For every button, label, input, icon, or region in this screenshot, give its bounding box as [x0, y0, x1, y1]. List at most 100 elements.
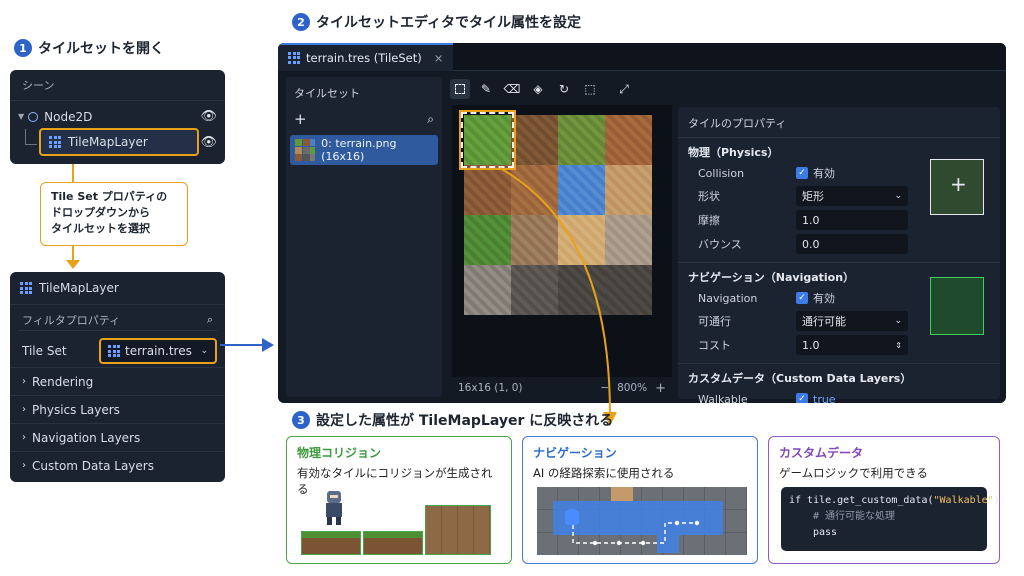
walkable-value: true: [813, 392, 836, 404]
walkable-row: Walkable ✓ true: [678, 388, 1000, 403]
search-icon[interactable]: ⌕: [427, 112, 434, 127]
inspector-header: TileMapLayer: [10, 272, 225, 305]
shape-label: 形状: [698, 190, 720, 203]
bucket-tool-icon[interactable]: ◈: [528, 82, 548, 96]
close-icon[interactable]: ×: [434, 51, 444, 65]
eye-icon[interactable]: 👁: [200, 109, 217, 124]
shape-dropdown[interactable]: 矩形 ⌄: [796, 186, 908, 206]
add-icon[interactable]: +: [294, 110, 307, 128]
tileset-list-panel: タイルセット + ⌕ 0: terrain.png (16x16): [286, 77, 442, 397]
collapse-arrow-icon[interactable]: ▼: [18, 112, 24, 121]
crosshair-icon: +: [950, 172, 967, 196]
bounce-value: 0.0: [802, 237, 820, 251]
expand-tool-icon[interactable]: ⤢: [614, 82, 634, 97]
node2d-icon: [28, 111, 39, 122]
tileset-list-title: タイルセット: [294, 87, 360, 100]
character-sprite: [323, 491, 345, 525]
card-custom-desc: ゲームロジックで利用できる: [779, 466, 928, 480]
cost-input[interactable]: 1.0 ⇕: [796, 335, 908, 355]
chevron-down-icon: ⌄: [894, 191, 902, 201]
tileset-label: Tile Set: [22, 344, 67, 358]
chevron-right-icon: ›: [22, 404, 26, 415]
bounce-row: バウンス 0.0: [678, 232, 1000, 256]
code-string: "Walkable": [933, 495, 994, 506]
editor-tab[interactable]: terrain.tres (TileSet) ×: [278, 43, 454, 71]
passable-dropdown[interactable]: 通行可能 ⌄: [796, 311, 908, 331]
arrow-right-icon: [262, 338, 274, 352]
step3-title: 3 設定した属性が TileMapLayer に反映される: [292, 410, 613, 430]
tilemaplayer-label: TileMapLayer: [68, 135, 148, 149]
section-label: Physics Layers: [32, 402, 120, 417]
section-label: Rendering: [32, 374, 94, 389]
checkbox-checked-icon[interactable]: ✓: [796, 167, 808, 179]
collision-shape-preview[interactable]: +: [930, 159, 984, 215]
filter-input[interactable]: フィルタプロパティ ⌕: [18, 309, 217, 331]
cost-value: 1.0: [802, 338, 820, 352]
flow-arrow: [499, 167, 617, 426]
section-navigation-layers[interactable]: › Navigation Layers: [10, 423, 225, 451]
step2-number: 2: [292, 13, 310, 31]
eye-icon[interactable]: 👁: [200, 135, 217, 150]
flow-arrow-path: [499, 167, 611, 416]
card-physics-title: 物理コリジョン: [297, 446, 382, 460]
atlas-tile[interactable]: [558, 115, 605, 165]
editor-tab-label: terrain.tres (TileSet): [306, 50, 422, 65]
section-label: Navigation Layers: [32, 430, 141, 445]
zoom-in-icon[interactable]: +: [655, 381, 666, 396]
step2-label: タイルセットエディタでタイル属性を設定: [316, 15, 582, 31]
tile-properties-panel: タイルのプロパティ 物理（Physics） Collision ✓ 有効 形状 …: [678, 107, 1000, 403]
callout-line3: タイルセットを選択: [51, 222, 150, 235]
checkbox-checked-icon[interactable]: ✓: [796, 393, 808, 403]
card-physics: 物理コリジョン 有効なタイルにコリジョンが生成される: [286, 436, 512, 564]
friction-input[interactable]: 1.0: [796, 210, 908, 230]
step2-title: 2 タイルセットエディタでタイル属性を設定: [292, 12, 581, 32]
node2d-label: Node2D: [44, 109, 93, 124]
tileset-editor: terrain.tres (TileSet) × タイルセット + ⌕ 0: t…: [278, 43, 1006, 403]
nav-map: [537, 487, 747, 555]
atlas-tile[interactable]: [511, 115, 558, 165]
tileset-list-item[interactable]: 0: terrain.png (16x16): [290, 135, 438, 165]
search-icon: ⌕: [206, 312, 213, 326]
chevron-right-icon: ›: [22, 460, 26, 471]
chevron-right-icon: ›: [22, 376, 26, 387]
friction-label: 摩擦: [698, 214, 720, 227]
chevron-down-icon: ⌄: [200, 346, 208, 356]
editor-tabbar: terrain.tres (TileSet) ×: [278, 43, 1006, 71]
section-custom-data-layers[interactable]: › Custom Data Layers: [10, 451, 225, 479]
navigation-polygon-preview[interactable]: [930, 277, 984, 335]
code-snippet: if tile.get_custom_data("Walkable"): # 通…: [781, 487, 1006, 551]
tilemap-grid-icon: [49, 136, 61, 148]
scene-panel: シーン ▼ Node2D 👁 TileMapLayer 👁: [10, 70, 225, 164]
collision-label: Collision: [698, 166, 745, 180]
section-rendering[interactable]: › Rendering: [10, 367, 225, 395]
marquee-tool-icon[interactable]: ⬚: [580, 82, 600, 96]
section-physics-layers[interactable]: › Physics Layers: [10, 395, 225, 423]
checkbox-checked-icon[interactable]: ✓: [796, 292, 808, 304]
tileset-dropdown[interactable]: terrain.tres ⌄: [99, 338, 217, 364]
collision-value: 有効: [813, 167, 835, 180]
ground-tile: [301, 531, 361, 555]
shape-value: 矩形: [802, 190, 824, 203]
pencil-tool-icon[interactable]: ✎: [476, 82, 496, 96]
atlas-tile[interactable]: [605, 115, 652, 165]
props-title: タイルのプロパティ: [678, 107, 1000, 138]
select-tool-icon[interactable]: [450, 79, 470, 99]
eraser-tool-icon[interactable]: ⌫: [502, 82, 522, 96]
section-label: Custom Data Layers: [32, 458, 154, 473]
code-line-3: pass: [813, 527, 838, 538]
card-nav-desc: AI の経路探索に使用される: [533, 466, 675, 480]
tileset-grid-icon: [108, 345, 120, 357]
code-fragment: ):: [993, 495, 1006, 506]
chevron-right-icon: ›: [22, 432, 26, 443]
code-line-2: # 通行可能な処理: [813, 511, 896, 522]
ai-agent-icon: [565, 509, 579, 525]
code-line-1: if tile.get_custom_data("Walkable"):: [789, 493, 1006, 509]
tree-node2d[interactable]: ▼ Node2D 👁: [10, 101, 225, 128]
walkable-label: Walkable: [698, 392, 748, 404]
spinner-icon[interactable]: ⇕: [895, 341, 902, 350]
tree-tilemaplayer[interactable]: TileMapLayer: [39, 128, 199, 156]
card-navigation: ナビゲーション AI の経路探索に使用される: [522, 436, 758, 564]
scene-panel-title: シーン: [10, 70, 225, 101]
bounce-input[interactable]: 0.0: [796, 234, 908, 254]
rotate-tool-icon[interactable]: ↻: [554, 82, 574, 96]
